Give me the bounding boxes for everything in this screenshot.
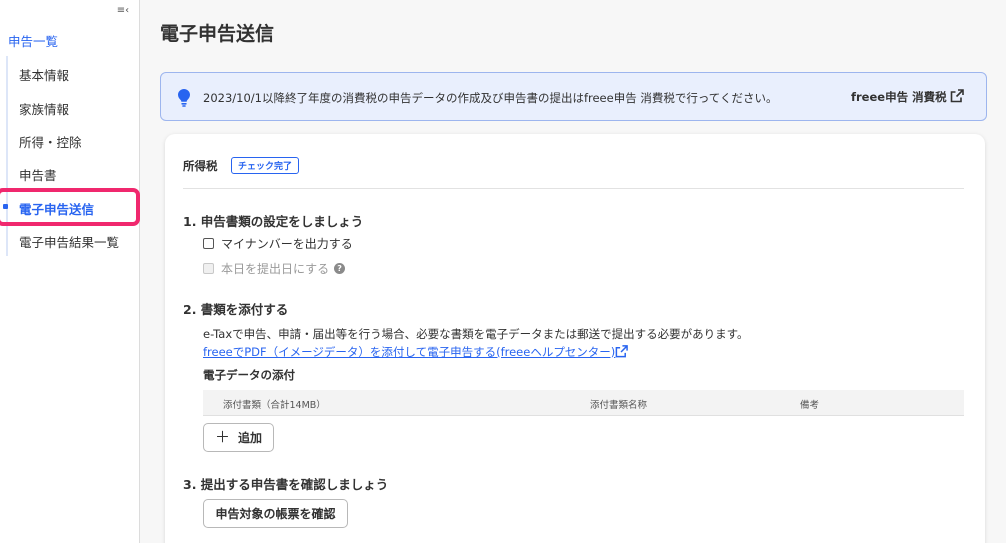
help-icon[interactable]: ? — [334, 262, 346, 274]
plus-icon: ＋ — [214, 428, 230, 446]
sidebar-collapse-icon[interactable]: ≡‹ — [116, 5, 130, 17]
sidebar-item-family-info[interactable]: 家族情報 — [19, 99, 69, 118]
lightbulb-icon — [178, 89, 190, 107]
attachments-subtitle: 電子データの添付 — [203, 368, 295, 382]
column-header-attachment-name: 添付書類名称 — [590, 400, 648, 411]
confirm-button-label: 申告対象の帳票を確認 — [215, 507, 336, 521]
pdf-attachment-help-link[interactable]: freeeでPDF（イメージデータ）を添付して電子申告する(freeeヘルプセン… — [203, 344, 615, 360]
notice-message: 2023/10/1以降終了年度の消費税の申告データの作成及び申告書の提出はfre… — [203, 91, 778, 105]
section1-title: 1. 申告書類の設定をしましょう — [183, 214, 364, 229]
add-attachment-button[interactable]: ＋ 追加 — [203, 423, 274, 452]
today-date-checkbox — [203, 262, 214, 274]
option-today-date-row: 本日を提出日にする ? — [203, 260, 346, 276]
sidebar: ≡‹ 申告一覧 基本情報 家族情報 所得・控除 申告書 電子申告送信 電子申告結… — [0, 0, 140, 543]
sidebar-title-link[interactable]: 申告一覧 — [8, 31, 58, 50]
column-header-notes: 備考 — [800, 400, 820, 411]
today-date-label: 本日を提出日にする — [221, 261, 330, 276]
section3-title: 3. 提出する申告書を確認しましょう — [183, 477, 389, 492]
external-link-icon[interactable] — [950, 89, 964, 103]
tax-type-label: 所得税 — [183, 159, 218, 173]
add-button-label: 追加 — [238, 431, 263, 445]
attachments-table-header: 添付書類（合計14MB） 添付書類名称 備考 — [203, 390, 964, 416]
card-divider — [183, 188, 964, 189]
active-indicator — [3, 204, 8, 209]
attachment-description: e-Taxで申告、申請・届出等を行う場合、必要な書類を電子データまたは郵送で提出… — [203, 327, 749, 341]
freee-consumption-tax-link[interactable]: freee申告 消費税 — [851, 89, 947, 105]
mynumber-label: マイナンバーを出力する — [221, 236, 353, 251]
sidebar-item-e-filing-send[interactable]: 電子申告送信 — [19, 199, 94, 218]
external-link-icon[interactable] — [615, 345, 628, 358]
sidebar-tree-line — [6, 56, 8, 256]
page-title: 電子申告送信 — [160, 23, 275, 45]
confirm-forms-button[interactable]: 申告対象の帳票を確認 — [203, 499, 348, 528]
app-root: ≡‹ 申告一覧 基本情報 家族情報 所得・控除 申告書 電子申告送信 電子申告結… — [0, 0, 1006, 543]
income-tax-card: 所得税 チェック完了 1. 申告書類の設定をしましょう マイナンバーを出力する … — [165, 134, 985, 543]
status-badge: チェック完了 — [231, 157, 300, 174]
section2-title: 2. 書類を添付する — [183, 302, 289, 317]
notice-banner: 2023/10/1以降終了年度の消費税の申告データの作成及び申告書の提出はfre… — [160, 72, 987, 121]
sidebar-item-e-filing-results[interactable]: 電子申告結果一覧 — [19, 232, 119, 251]
sidebar-item-tax-return[interactable]: 申告書 — [19, 165, 57, 184]
sidebar-item-basic-info[interactable]: 基本情報 — [19, 65, 69, 84]
column-header-attachment: 添付書類（合計14MB） — [223, 400, 326, 411]
option-mynumber-row[interactable]: マイナンバーを出力する — [203, 235, 353, 251]
mynumber-checkbox[interactable] — [203, 237, 214, 249]
sidebar-item-income-deduction[interactable]: 所得・控除 — [19, 132, 82, 151]
